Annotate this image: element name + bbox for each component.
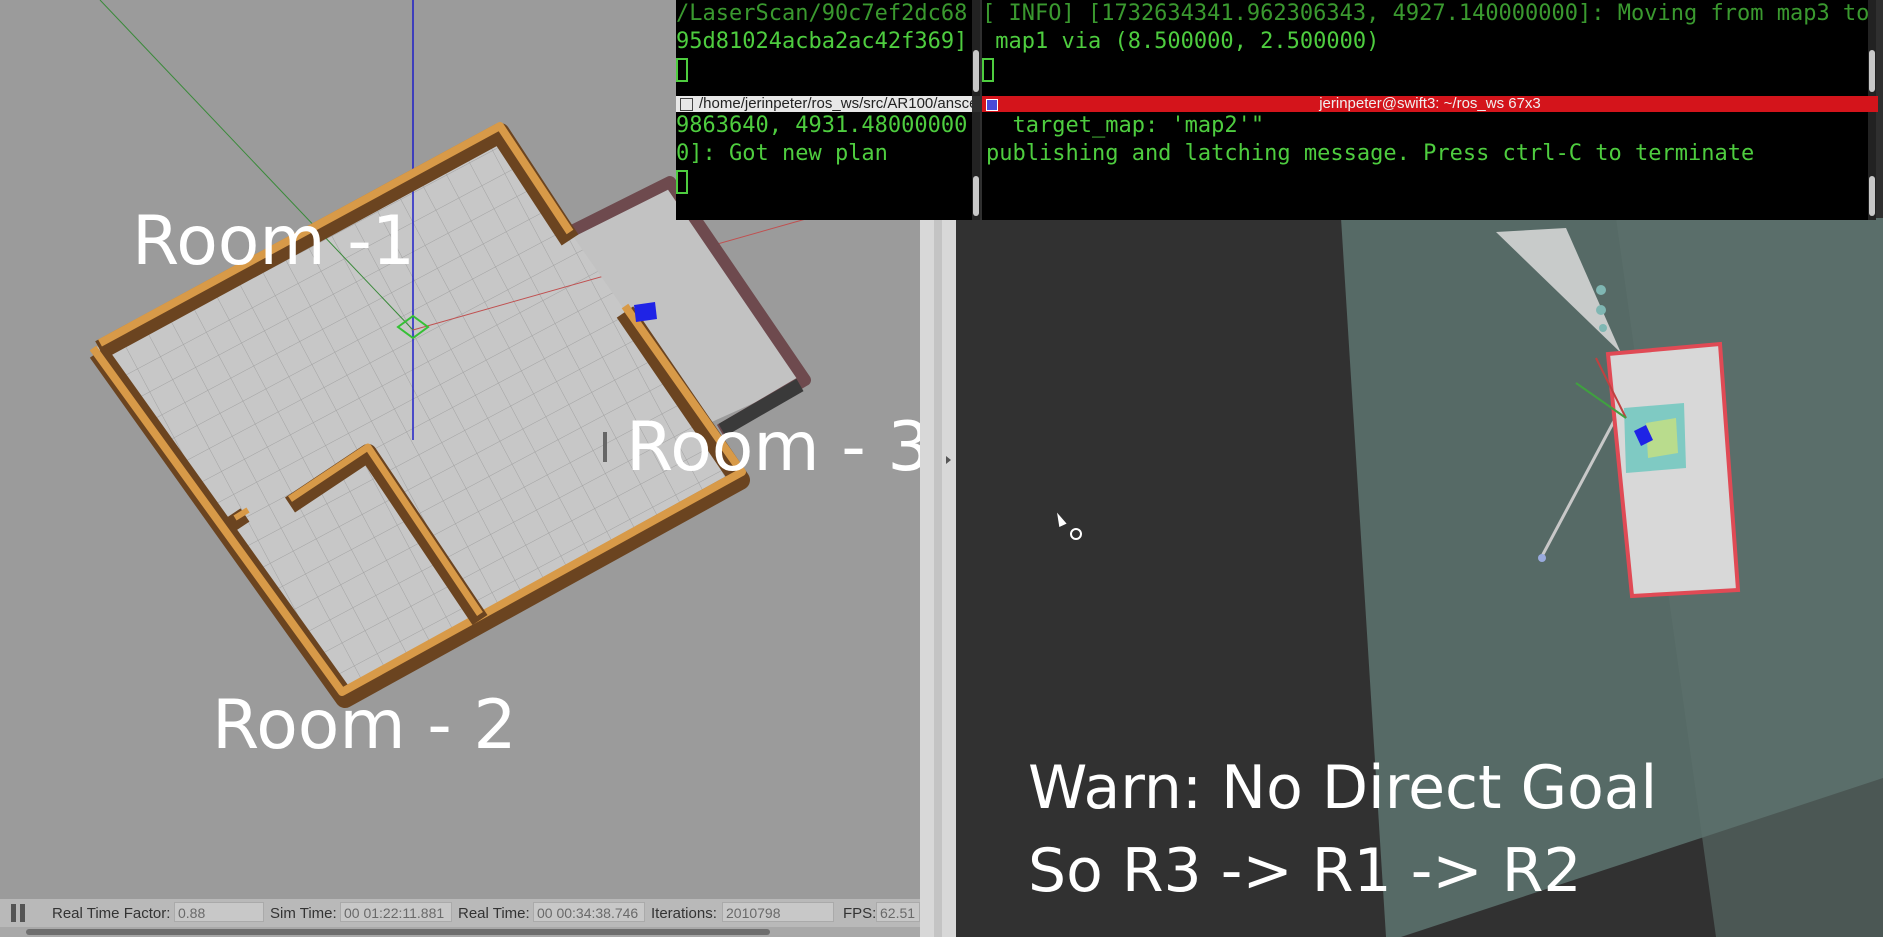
terminal-scrollbar[interactable]: [972, 112, 980, 220]
terminal-title: /home/jerinpeter/ros_ws/src/AR100/anscer…: [699, 96, 972, 112]
terminal-title-bar-active[interactable]: jerinpeter@swift3: ~/ros_ws 67x3: [982, 96, 1878, 112]
warn-line-1: Warn: No Direct Goal: [1028, 753, 1658, 823]
rviz-viewport[interactable]: Warn: No Direct Goal So R3 -> R1 -> R2: [956, 218, 1883, 937]
fps-value: 62.51: [876, 902, 920, 922]
terminal-cursor: [676, 56, 972, 84]
terminal-title-bar[interactable]: /home/jerinpeter/ros_ws/src/AR100/anscer…: [676, 96, 972, 112]
real-time-label: Real Time:: [458, 905, 530, 922]
splitter-arrow-icon: [946, 456, 951, 464]
terminal-bottom-right[interactable]: target_map: 'map2'" publishing and latch…: [982, 112, 1872, 220]
real-time-value: 00 00:34:38.746: [533, 902, 645, 922]
terminal-icon: [986, 99, 998, 111]
scrollbar-thumb[interactable]: [26, 929, 770, 935]
terminal-line: /LaserScan/90c7ef2dc68: [676, 1, 968, 26]
room-2-label: Room - 2: [212, 686, 517, 765]
pause-button[interactable]: [10, 904, 26, 922]
terminal-top-left[interactable]: /LaserScan/90c7ef2dc68 95d81024acba2ac42…: [676, 0, 972, 96]
terminal-title: jerinpeter@swift3: ~/ros_ws 67x3: [1319, 96, 1541, 112]
terminal-scrollbar[interactable]: [1868, 112, 1876, 220]
gazebo-horizontal-scrollbar[interactable]: [0, 927, 920, 937]
sim-time-label: Sim Time:: [270, 905, 337, 922]
particle: [1596, 285, 1606, 295]
robot-box: [634, 302, 657, 322]
real-time-factor-value: 0.88: [174, 902, 264, 922]
loading-icon: [1070, 528, 1082, 540]
terminal-scrollbar[interactable]: [1868, 0, 1876, 96]
rviz-map[interactable]: [956, 218, 1883, 937]
room-3-label: Room - 3: [626, 408, 920, 487]
terminal-line: 95d81024acba2ac42f369]: [676, 29, 968, 54]
iterations-label: Iterations:: [651, 905, 717, 922]
terminal-icon: [680, 98, 693, 111]
terminal-line: target_map: 'map2'": [986, 113, 1265, 138]
terminal-line: map1 via (8.500000, 2.500000): [982, 29, 1380, 54]
terminal-top-right[interactable]: [ INFO] [1732634341.962306343, 4927.1400…: [982, 0, 1868, 96]
terminal-scrollbar[interactable]: [972, 0, 980, 96]
fps-label: FPS:: [843, 905, 877, 922]
terminal-line: 0]: Got new plan: [676, 141, 888, 166]
sim-time-value: 00 01:22:11.881: [340, 902, 452, 922]
terminal-line: publishing and latching message. Press c…: [986, 141, 1755, 166]
warn-line-2: So R3 -> R1 -> R2: [1028, 836, 1582, 906]
terminal-cursor: [676, 168, 972, 196]
real-time-factor-label: Real Time Factor:: [52, 905, 171, 922]
terminal-line: 9863640, 4931.48000000: [676, 113, 968, 138]
terminal-cursor: [982, 56, 1868, 84]
terminal-line: [ INFO] [1732634341.962306343, 4927.1400…: [982, 1, 1868, 26]
terminal-bottom-left[interactable]: 9863640, 4931.48000000 0]: Got new plan: [676, 112, 972, 220]
room-1-label: Room -1: [132, 202, 416, 281]
gazebo-status-bar: Real Time Factor: 0.88 Sim Time: 00 01:2…: [0, 899, 920, 927]
iterations-value: 2010798: [722, 902, 834, 922]
